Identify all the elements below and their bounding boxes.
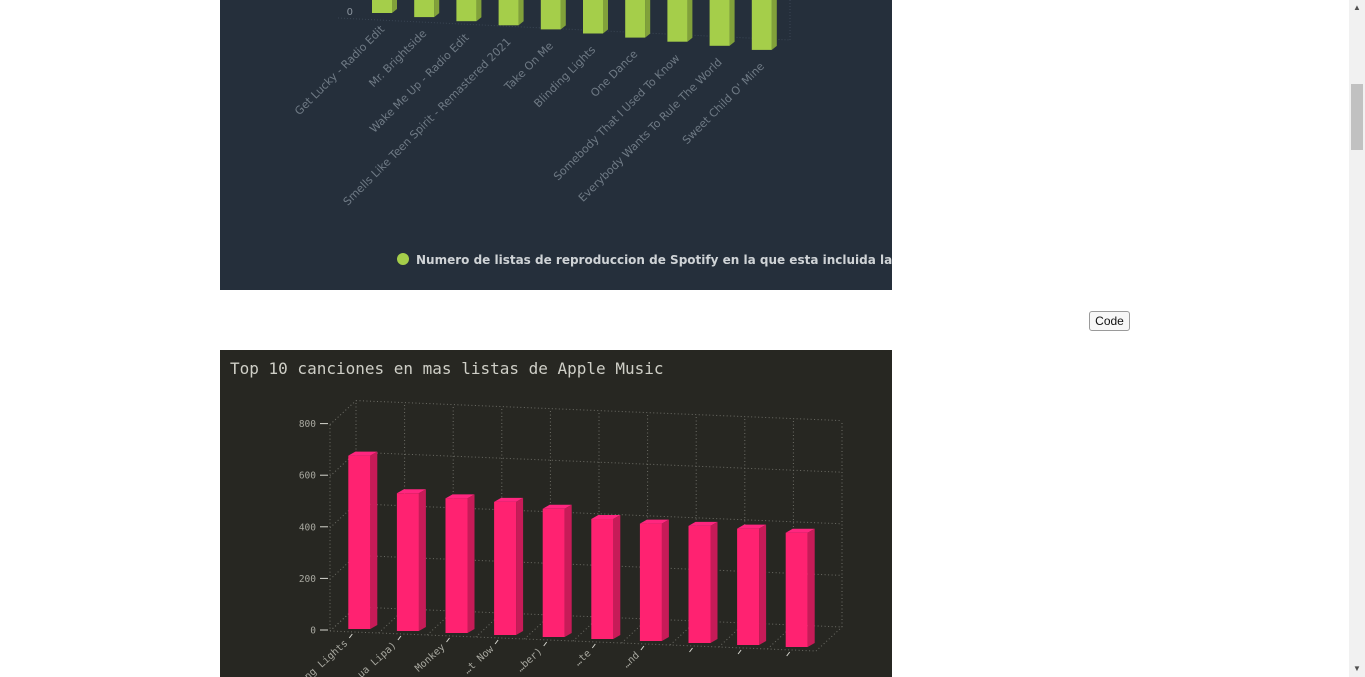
scroll-up-arrow-icon[interactable]: ▲ [1349, 2, 1365, 14]
x-tick-mark [397, 635, 402, 641]
apple-music-chart: Top 10 canciones en mas listas de Apple … [220, 350, 892, 677]
x-tick-label: …nd [621, 650, 642, 670]
x-tick-mark [591, 643, 596, 649]
spotify-bar[interactable] [709, 0, 735, 46]
apple-bar[interactable] [591, 515, 621, 639]
chart-title: Top 10 canciones en mas listas de Apple … [230, 359, 663, 378]
x-tick-label: …ua Lipa) [351, 640, 399, 677]
x-tick-mark [494, 639, 499, 645]
apple-bar[interactable] [445, 494, 475, 633]
apple-bar[interactable] [785, 528, 815, 647]
apple-bar[interactable] [396, 489, 426, 631]
x-tick-label: …ber) [515, 646, 545, 674]
spotify-bar[interactable] [667, 0, 693, 42]
x-tick-label: Smells Like Teen Spirit - Remastered 202… [341, 35, 514, 208]
legend-marker-icon [397, 253, 409, 265]
x-tick-mark [786, 651, 791, 657]
apple-bar[interactable] [542, 504, 572, 637]
spotify-bar[interactable] [751, 0, 777, 50]
x-tick-mark [689, 647, 693, 653]
spotify-bar[interactable] [625, 0, 651, 38]
page-scrollbar[interactable]: ▲ ▼ [1349, 0, 1365, 677]
x-tick-label: …t Now [462, 643, 497, 676]
apple-bar[interactable] [348, 451, 378, 629]
x-tick-label: …te [573, 648, 594, 668]
spotify-bar[interactable] [456, 0, 482, 22]
apple-bar[interactable] [494, 497, 524, 635]
x-tick-mark [737, 649, 742, 655]
code-button[interactable]: Code [1089, 311, 1130, 331]
spotify-bar[interactable] [414, 0, 440, 18]
spotify-bar[interactable] [372, 0, 397, 13]
scroll-down-arrow-icon[interactable]: ▼ [1349, 663, 1365, 675]
x-tick-label: Monkey [413, 642, 447, 674]
x-tick-label: Get Lucky - Radio Edit [292, 22, 387, 117]
y-tick-label: 0 [347, 7, 353, 18]
apple-chart-svg: Top 10 canciones en mas listas de Apple … [230, 359, 843, 677]
spotify-bar[interactable] [583, 0, 608, 34]
spotify-chart-svg: 0 Get Lucky - Radio EditMr. BrightsideWa… [292, 0, 892, 267]
apple-bar[interactable] [639, 519, 669, 641]
y-tick-label: 800 [299, 419, 316, 430]
x-tick-mark [446, 637, 450, 643]
spotify-legend[interactable]: Numero de listas de reproduccion de Spot… [397, 253, 892, 267]
apple-bar[interactable] [688, 521, 718, 643]
y-tick-label: 200 [299, 574, 316, 585]
scrollbar-thumb[interactable] [1351, 84, 1363, 150]
y-tick-label: 400 [299, 522, 316, 533]
x-tick-mark [348, 633, 353, 639]
x-tick-label: …ng Lights [298, 638, 350, 677]
spotify-chart: 0 Get Lucky - Radio Edit Mr. Brightside Wa… [220, 0, 892, 290]
y-tick-label: 600 [299, 471, 316, 482]
x-tick-mark [543, 641, 548, 647]
x-tick-label: Sweet Child O' Mine [680, 60, 767, 147]
x-tick-mark [640, 645, 645, 651]
legend-label: Numero de listas de reproduccion de Spot… [416, 253, 892, 267]
apple-bar[interactable] [737, 524, 767, 645]
spotify-bar[interactable] [498, 0, 524, 26]
apple-y-axis: 0 200 400 600 800 [299, 419, 328, 637]
y-tick-label: 0 [310, 626, 316, 637]
spotify-bar[interactable] [540, 0, 566, 30]
